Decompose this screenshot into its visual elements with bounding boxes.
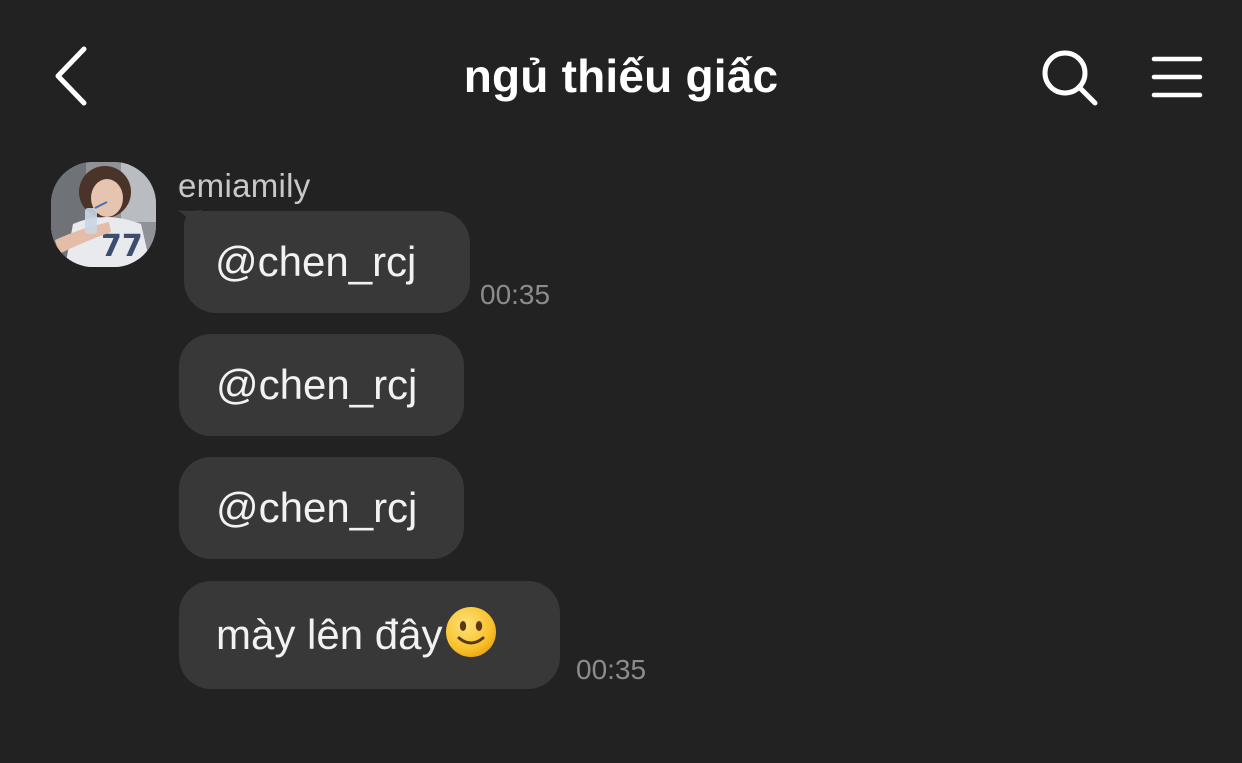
message-bubble[interactable]: @chen_rcj	[179, 457, 464, 559]
svg-text:77: 77	[101, 229, 143, 264]
search-icon	[1042, 50, 1098, 106]
user-avatar[interactable]: 77	[51, 162, 156, 267]
slightly-smiling-face-icon	[446, 607, 497, 657]
chat-screen: ngủ thiếu giấc 77 emiamily @chen_rcj 00:…	[0, 0, 1242, 763]
message-timestamp: 00:35	[576, 654, 647, 685]
hamburger-menu-icon	[1151, 56, 1203, 98]
message-bubble[interactable]: @chen_rcj	[184, 211, 470, 313]
message-timestamp: 00:35	[480, 279, 551, 310]
message-text: mày lên đây	[216, 611, 443, 658]
message-text: @chen_rcj	[215, 238, 417, 285]
search-button[interactable]	[1036, 44, 1104, 112]
chevron-left-icon	[55, 46, 87, 106]
message-bubble[interactable]: @chen_rcj	[179, 334, 464, 436]
message-text: @chen_rcj	[216, 361, 418, 408]
back-button[interactable]	[40, 40, 100, 112]
message-text: @chen_rcj	[216, 484, 418, 531]
sender-username: emiamily	[178, 167, 311, 204]
menu-button[interactable]	[1144, 44, 1210, 110]
message-bubble[interactable]: mày lên đây	[179, 581, 560, 689]
